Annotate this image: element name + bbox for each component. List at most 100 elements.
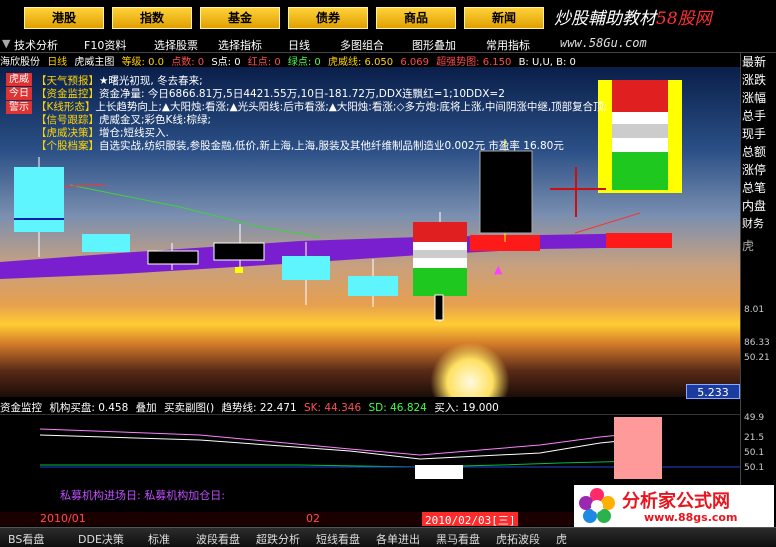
- nav-hk-stocks[interactable]: 港股: [24, 7, 104, 29]
- legend-row-fund: 【资金监控】资金净量: 今日6866.81万,5日4421.55万,10日-18…: [36, 88, 607, 101]
- legend-row-decision: 【虎威决策】增仓;短线买入.: [36, 127, 607, 140]
- axis-value-2: 86.33: [744, 338, 770, 348]
- legend-text: 自选实战,纺织服装,参股金融,低价,新上海,上海,服装及其他纤维制品制造业0.0…: [99, 140, 564, 152]
- legend-tag: 【资金监控】: [36, 88, 99, 100]
- quote-label-trades[interactable]: 总笔: [741, 179, 776, 197]
- huwei-line-value: 虎威线: 6.050: [327, 57, 394, 67]
- period-label: 日线: [47, 57, 68, 67]
- legend-tag: 【天气预报】: [36, 75, 99, 87]
- grade-value: 等级: 0.0: [121, 57, 165, 67]
- tab-orders[interactable]: 各单进出: [376, 531, 420, 547]
- legend-tag: 【个股档案】: [36, 140, 99, 152]
- top-nav: 港股 指数 基金 债券 商品 新闻 炒股輔助教材58股网: [0, 0, 776, 36]
- quote-label-finance[interactable]: 财务: [741, 215, 776, 233]
- tab-darkhorse[interactable]: 黑马看盘: [436, 531, 480, 547]
- secondary-value: 6.069: [400, 57, 429, 67]
- axis-value-1: 8.01: [744, 305, 765, 315]
- legend-text: 虎威金叉;彩色K线:棕绿;: [99, 114, 211, 126]
- sub-chart[interactable]: [0, 414, 740, 484]
- toolbar-daily[interactable]: 日线: [288, 37, 310, 53]
- quote-label-volume[interactable]: 总手: [741, 107, 776, 125]
- legend-row-signal: 【信号跟踪】虎威金叉;彩色K线:棕绿;: [36, 114, 607, 127]
- quote-label-latest[interactable]: 最新: [741, 53, 776, 71]
- alert-tag-3: 警示: [6, 101, 32, 114]
- legend-row-profile: 【个股档案】自选实战,纺织服装,参股金融,低价,新上海,上海,服装及其他纤维制品…: [36, 140, 607, 153]
- tab-bs[interactable]: BS看盘: [8, 531, 44, 547]
- bs-subchart-label[interactable]: 买卖副图(): [164, 402, 214, 414]
- date-label-1: 2010/01: [40, 512, 86, 525]
- alert-tag-1: 虎威: [6, 73, 32, 86]
- legend-row-weather: 【天气预报】★曙光初现, 冬去春来;: [36, 75, 607, 88]
- main-chart[interactable]: ▲ 虎威 今日 警示 【天气预报】★曙光初现, 冬去春来; 【资金监控】资金净量…: [0, 67, 740, 397]
- nav-commodity[interactable]: 商品: [376, 7, 456, 29]
- trend-line-value: 趋势线: 22.471: [221, 402, 297, 414]
- legend-tag: 【信号跟踪】: [36, 114, 99, 126]
- brand-watermark: 炒股輔助教材58股网: [554, 4, 712, 29]
- overlay-label[interactable]: 叠加: [136, 402, 157, 414]
- quote-label-current[interactable]: 现手: [741, 125, 776, 143]
- tab-wave[interactable]: 波段看盘: [196, 531, 240, 547]
- buv-value: B: U,U, B: 0: [518, 57, 576, 67]
- overbuy-value: 超强势图: 6.150: [436, 57, 512, 67]
- cursor-date: 2010/02/03[三]: [422, 512, 519, 527]
- quote-label-inner[interactable]: 内盘: [741, 197, 776, 215]
- legend-text: 上长趋势向上;▲大阳烛:看涨;▲光头阳线:后市看涨;▲大阳烛:看涨;◇多方炮:底…: [95, 101, 608, 113]
- sd-value: SD: 46.824: [368, 402, 427, 414]
- band-red-segment-2: [606, 233, 672, 248]
- toolbar-multi-chart[interactable]: 多图组合: [340, 37, 384, 53]
- fxj-logo: 分析家公式网 www.88gs.com: [574, 485, 774, 527]
- toolbar-select-indicator[interactable]: 选择指标: [218, 37, 262, 53]
- candle-2: [82, 234, 130, 252]
- pink-block: [614, 417, 662, 479]
- tab-shortline[interactable]: 短线看盘: [316, 531, 360, 547]
- legend-tag: 【K线形态】: [36, 101, 96, 113]
- nav-bond[interactable]: 债券: [288, 7, 368, 29]
- main-indicator-name: 虎威主图: [74, 57, 115, 67]
- nav-news[interactable]: 新闻: [464, 7, 544, 29]
- axis-value-6: 50.1: [744, 448, 765, 458]
- subchart-svg: [39, 417, 740, 479]
- tab-tiger[interactable]: 虎: [556, 531, 567, 547]
- nav-fund[interactable]: 基金: [200, 7, 280, 29]
- sk-value: SK: 44.346: [303, 402, 362, 414]
- toolbar-select-stock[interactable]: 选择股票: [154, 37, 198, 53]
- legend-text: ★曙光初现, 冬去春来;: [99, 75, 203, 87]
- axis-value-4: 49.9: [744, 413, 765, 423]
- quote-label-pct[interactable]: 涨幅: [741, 89, 776, 107]
- logo-title: 分析家公式网: [622, 491, 730, 512]
- candle-6: [348, 259, 398, 307]
- toolbar-f10[interactable]: F10资料: [84, 37, 126, 53]
- trend-line: [40, 460, 641, 468]
- alert-tags: 虎威 今日 警示: [6, 73, 32, 115]
- green-point-value: 绿点: 0: [287, 57, 321, 67]
- logo-url: www.88gs.com: [644, 511, 738, 524]
- toolbar-tech-analysis[interactable]: 技术分析: [14, 37, 58, 53]
- right-quote-panel: 最新 涨跌 涨幅 总手 现手 总额 涨停 总笔 内盘 财务 虎 8.01 86.…: [740, 53, 776, 518]
- nav-index[interactable]: 指数: [112, 7, 192, 29]
- price-axis-tag: 5.233: [686, 384, 740, 399]
- candle-9: [598, 80, 682, 193]
- brand-site: 58股网: [656, 9, 712, 29]
- buy-marker: ▲: [494, 263, 503, 276]
- toolbar-overlay[interactable]: 图形叠加: [412, 37, 456, 53]
- quote-label-limitup[interactable]: 涨停: [741, 161, 776, 179]
- toolbar-common-indicator[interactable]: 常用指标: [486, 37, 530, 53]
- tab-oversold[interactable]: 超跌分析: [256, 531, 300, 547]
- sd-line: [39, 434, 641, 460]
- tab-standard[interactable]: 标准: [148, 531, 170, 547]
- quote-label-amount[interactable]: 总额: [741, 143, 776, 161]
- private-fund-dates: 私募机构进场日: 私募机构加仓日:: [60, 489, 225, 502]
- ma-line-green: [69, 184, 321, 238]
- candle-8: [479, 139, 533, 242]
- analysis-legend: 【天气预报】★曙光初现, 冬去春来; 【资金监控】资金净量: 今日6866.81…: [36, 75, 607, 153]
- subchart-title[interactable]: 资金监控: [0, 402, 42, 414]
- date-label-2: 02: [306, 512, 320, 525]
- tab-dde[interactable]: DDE决策: [78, 531, 124, 547]
- quote-label-change[interactable]: 涨跌: [741, 71, 776, 89]
- toolbar: ▼ 技术分析 F10资料 选择股票 选择指标 日线 多图组合 图形叠加 常用指标…: [0, 36, 776, 53]
- tab-tiger-wave[interactable]: 虎拓波段: [496, 531, 540, 547]
- alert-tag-2: 今日: [6, 87, 32, 100]
- tiger-label: 虎: [742, 239, 755, 253]
- axis-value-5: 21.5: [744, 433, 765, 443]
- white-block: [415, 465, 463, 479]
